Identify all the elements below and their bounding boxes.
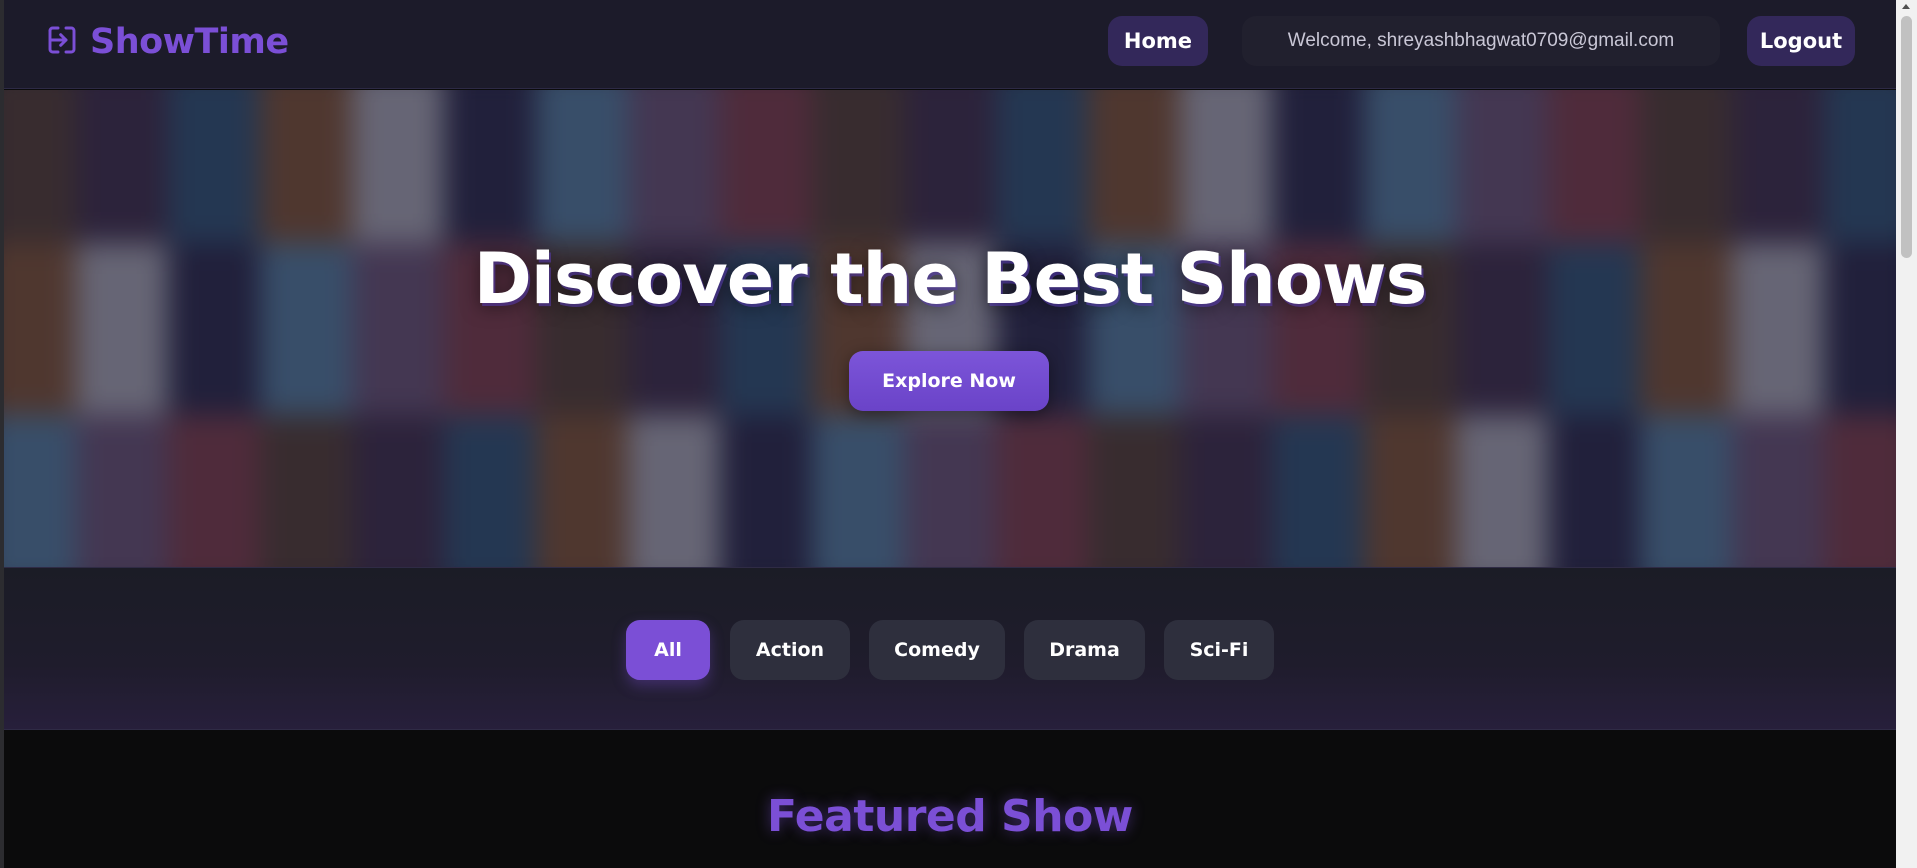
- filter-action[interactable]: Action: [730, 620, 850, 680]
- hero-banner: Discover the Best Shows Explore Now: [4, 90, 1896, 568]
- login-icon: [46, 24, 78, 60]
- scrollbar[interactable]: [1896, 0, 1917, 868]
- navbar: ShowTime Home Welcome, shreyashbhagwat07…: [4, 0, 1896, 89]
- window-edge: [0, 0, 4, 868]
- hero-title: Discover the Best Shows: [473, 238, 1428, 320]
- welcome-user-label: Welcome, shreyashbhagwat0709@gmail.com: [1242, 16, 1720, 66]
- explore-now-button[interactable]: Explore Now: [849, 351, 1049, 411]
- hero-overlay: [4, 90, 1896, 567]
- scroll-thumb[interactable]: [1901, 16, 1912, 258]
- brand-name: ShowTime: [90, 22, 289, 62]
- scroll-up-arrow-icon[interactable]: [1902, 4, 1910, 9]
- featured-section: Featured Show: [4, 731, 1896, 868]
- filter-sci-fi[interactable]: Sci-Fi: [1164, 620, 1274, 680]
- featured-title: Featured Show: [767, 791, 1133, 842]
- genre-filter-bar: All Action Comedy Drama Sci-Fi: [4, 568, 1896, 730]
- filter-drama[interactable]: Drama: [1024, 620, 1145, 680]
- filter-all[interactable]: All: [626, 620, 710, 680]
- page: ShowTime Home Welcome, shreyashbhagwat07…: [4, 0, 1896, 868]
- nav-home-button[interactable]: Home: [1108, 16, 1208, 66]
- filter-comedy[interactable]: Comedy: [869, 620, 1005, 680]
- brand-logo[interactable]: ShowTime: [46, 22, 289, 62]
- logout-button[interactable]: Logout: [1747, 16, 1855, 66]
